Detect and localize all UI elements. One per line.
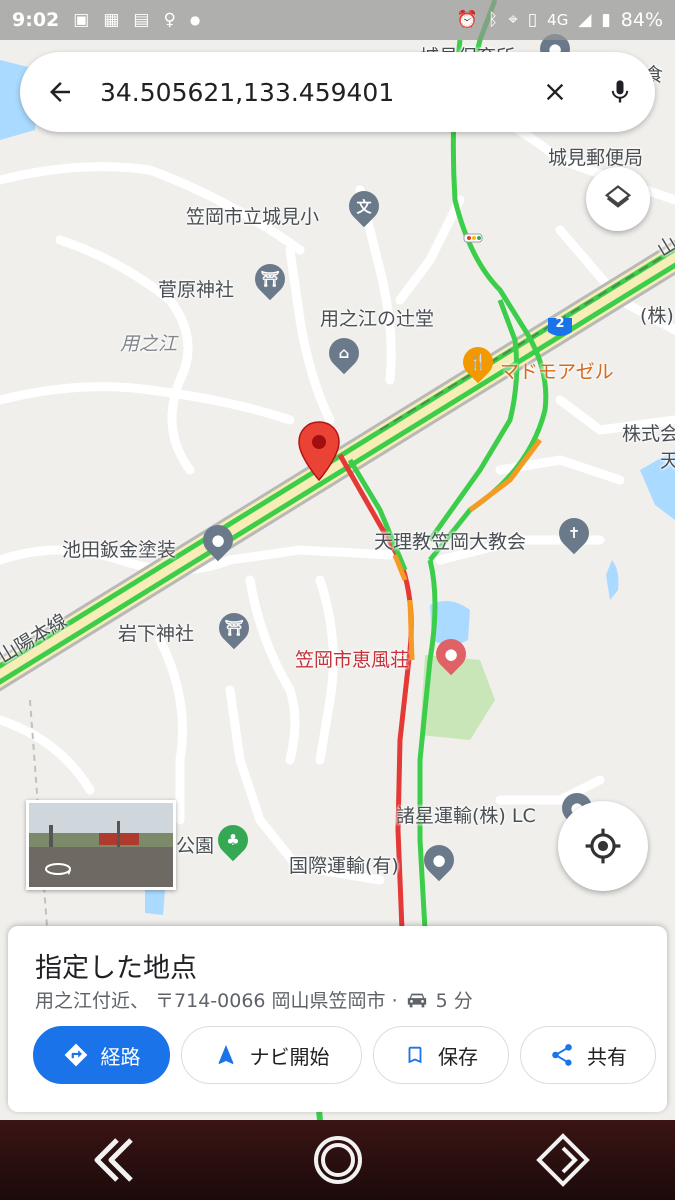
- map-label[interactable]: マドモアゼル: [500, 357, 614, 384]
- directions-label: 経路: [100, 1044, 141, 1069]
- place-subtitle: 用之江付近、 〒714-0066 岡山県笠岡市 · 5 分: [35, 986, 473, 1013]
- share-icon: [552, 1044, 572, 1066]
- map-label[interactable]: 諸星運輸(株) LC: [396, 801, 536, 828]
- school-pin-icon[interactable]: 文: [342, 184, 386, 228]
- place-details-sheet[interactable]: 指定した地点 用之江付近、 〒714-0066 岡山県笠岡市 · 5 分 経路 …: [8, 926, 667, 1112]
- close-icon: [546, 83, 564, 101]
- search-bar[interactable]: 34.505621,133.459401: [20, 52, 655, 132]
- layers-icon: [604, 185, 632, 208]
- area-label: 用之江: [120, 333, 178, 355]
- gallery-icon: ▣: [73, 10, 90, 30]
- back-arrow-icon: [50, 82, 70, 102]
- place-address: 用之江付近、 〒714-0066 岡山県笠岡市 ·: [35, 990, 398, 1012]
- layers-button[interactable]: [586, 167, 650, 231]
- map-label[interactable]: 岩下神社: [118, 619, 194, 646]
- battery-icon: ▮: [601, 10, 611, 30]
- my-location-button[interactable]: [558, 801, 648, 891]
- network-type: 4G: [547, 11, 569, 29]
- directions-button[interactable]: 経路: [33, 1026, 170, 1084]
- map-label[interactable]: 菅原神社: [158, 275, 234, 302]
- directions-icon: [64, 1043, 87, 1067]
- alarm-icon: ⏰: [456, 10, 479, 30]
- map-label[interactable]: 天理教笠岡大教会: [374, 527, 526, 554]
- location-marker-icon: [298, 421, 340, 482]
- map-label[interactable]: 用之江の辻堂: [320, 304, 434, 331]
- share-button[interactable]: 共有: [520, 1026, 656, 1084]
- lightbulb-icon: ♀: [163, 10, 176, 30]
- system-navigation-bar: [0, 1120, 675, 1200]
- rotate-360-icon: [45, 863, 71, 875]
- place-pin-icon[interactable]: ●: [196, 518, 240, 562]
- navigate-label: ナビ開始: [249, 1044, 330, 1069]
- map-label[interactable]: 国際運輸(有): [289, 851, 399, 878]
- street-view-thumbnail[interactable]: [26, 800, 176, 890]
- map-label[interactable]: 笠岡市恵風荘: [295, 645, 409, 672]
- route-number: 2: [555, 316, 565, 331]
- share-label: 共有: [587, 1044, 627, 1069]
- media-icon: ▤: [133, 10, 150, 30]
- shrine-pin-icon[interactable]: ⛩: [248, 257, 292, 301]
- map-label[interactable]: 公園: [176, 831, 214, 858]
- map-label: 株式会: [622, 423, 675, 445]
- save-button[interactable]: 保存: [373, 1026, 509, 1084]
- navigation-arrow-icon: [218, 1045, 233, 1064]
- restaurant-pin-icon[interactable]: 🍴: [456, 340, 500, 384]
- dot-icon: ●: [189, 13, 201, 27]
- park-pin-icon[interactable]: ♣: [211, 818, 255, 862]
- bluetooth-icon: ᛒ: [488, 10, 499, 30]
- shrine-pin-icon[interactable]: ⛩: [212, 606, 256, 650]
- map-label[interactable]: 池田鈑金塗装: [62, 535, 176, 562]
- map-label[interactable]: 笠岡市立城見小: [186, 202, 319, 229]
- temple-pin-icon[interactable]: ⌂: [322, 331, 366, 375]
- bookmark-icon: [408, 1046, 422, 1064]
- home-nav-button[interactable]: [308, 1130, 368, 1190]
- back-nav-button[interactable]: [83, 1130, 143, 1190]
- app-notification-icon: ▦: [103, 10, 120, 30]
- map-label: (株): [640, 305, 674, 327]
- clear-button[interactable]: [525, 78, 585, 106]
- save-label: 保存: [438, 1044, 478, 1069]
- church-pin-icon[interactable]: ✝: [552, 511, 596, 555]
- location-icon: ⌖: [508, 10, 518, 30]
- back-button[interactable]: [20, 77, 100, 107]
- facility-pin-icon[interactable]: ●: [429, 632, 473, 676]
- navigate-button[interactable]: ナビ開始: [181, 1026, 362, 1084]
- clock: 9:02: [12, 9, 60, 31]
- microphone-icon: [611, 80, 629, 103]
- action-chips: 経路 ナビ開始 保存 共有: [33, 1026, 656, 1084]
- voice-search-button[interactable]: [585, 78, 655, 106]
- status-bar: 9:02 ▣ ▦ ▤ ♀ ● ⏰ ᛒ ⌖ ▯ 4G ◢ ▮ 84%: [0, 0, 675, 40]
- vibrate-icon: ▯: [527, 10, 538, 30]
- drive-time: 5 分: [435, 990, 473, 1012]
- signal-icon: ◢: [578, 10, 592, 30]
- map-label[interactable]: 城見郵便局: [548, 143, 643, 170]
- crosshair-icon: [585, 828, 621, 864]
- place-pin-icon[interactable]: ●: [417, 838, 461, 882]
- search-input[interactable]: 34.505621,133.459401: [100, 78, 525, 107]
- battery-level: 84%: [620, 9, 663, 31]
- map-label: 天: [660, 450, 675, 472]
- recents-nav-button[interactable]: [533, 1130, 593, 1190]
- car-icon: [407, 993, 426, 1007]
- place-title: 指定した地点: [35, 953, 197, 984]
